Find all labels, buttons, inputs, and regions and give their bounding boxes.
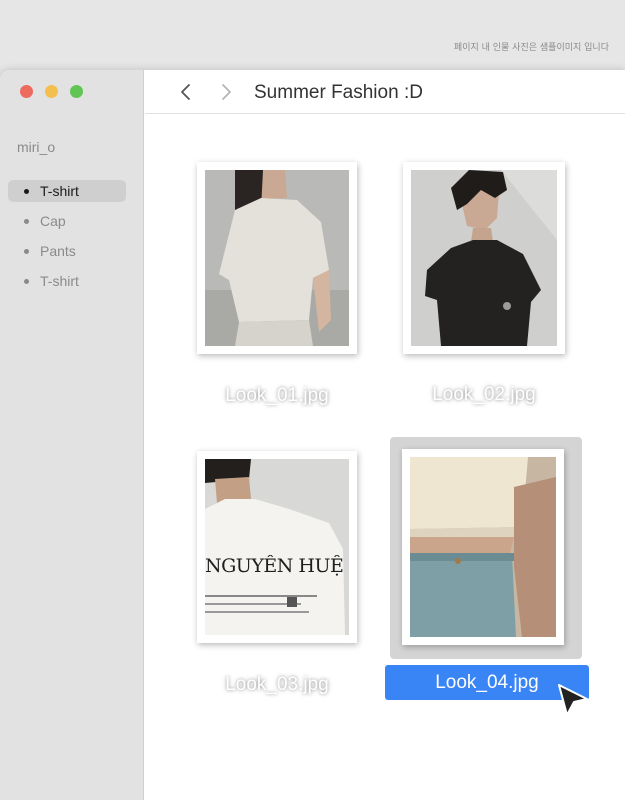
sidebar-item-cap[interactable]: Cap [8, 210, 126, 232]
sidebar-item-pants[interactable]: Pants [8, 240, 126, 262]
window-controls [20, 85, 83, 98]
file-grid: Look_01.jpg Look_02.jpg NGUYỄN HUỆ Look_… [145, 115, 625, 800]
sidebar-item-label: T-shirt [40, 183, 79, 199]
bullet-icon [24, 278, 29, 284]
bullet-icon [24, 248, 29, 254]
photo-look-03 [205, 459, 349, 635]
photo-look-02 [411, 170, 557, 346]
finder-window: miri_o T-shirt Cap Pants T-shirt Summer … [0, 70, 625, 800]
sidebar-item-t-shirt-2[interactable]: T-shirt [8, 270, 126, 292]
thumbnail-look-02[interactable] [403, 162, 565, 354]
folder-title: Summer Fashion :D [254, 82, 423, 103]
sample-image-notice: 페이지 내 인물 사진은 샘플이미지 입니다 [453, 43, 609, 53]
sidebar-item-label: Cap [40, 213, 66, 229]
filename-look-01[interactable]: Look_01.jpg [197, 385, 357, 407]
mouse-pointer-icon [558, 684, 588, 716]
thumbnail-look-01[interactable] [197, 162, 357, 354]
photo-look-01 [205, 170, 349, 346]
chevron-left-icon[interactable] [177, 83, 195, 101]
zoom-window-button[interactable] [70, 85, 83, 98]
sidebar-item-t-shirt[interactable]: T-shirt [8, 180, 126, 202]
sidebar: miri_o T-shirt Cap Pants T-shirt [0, 70, 144, 800]
close-window-button[interactable] [20, 85, 33, 98]
sidebar-username: miri_o [17, 139, 56, 155]
sidebar-item-label: Pants [40, 243, 76, 259]
sidebar-item-label: T-shirt [40, 273, 79, 289]
sidebar-nav: T-shirt Cap Pants T-shirt [8, 180, 126, 300]
filename-look-03[interactable]: Look_03.jpg [197, 674, 357, 696]
filename-look-02[interactable]: Look_02.jpg [403, 384, 565, 406]
shirt-print-text: NGUYỄN HUỆ [205, 555, 344, 577]
chevron-right-icon[interactable] [217, 83, 235, 101]
minimize-window-button[interactable] [45, 85, 58, 98]
bullet-icon [24, 188, 29, 194]
bullet-icon [24, 218, 29, 224]
toolbar: Summer Fashion :D [145, 70, 625, 114]
thumbnail-look-04[interactable] [402, 449, 564, 645]
thumbnail-look-03[interactable]: NGUYỄN HUỆ [197, 451, 357, 643]
photo-look-04 [410, 457, 556, 637]
